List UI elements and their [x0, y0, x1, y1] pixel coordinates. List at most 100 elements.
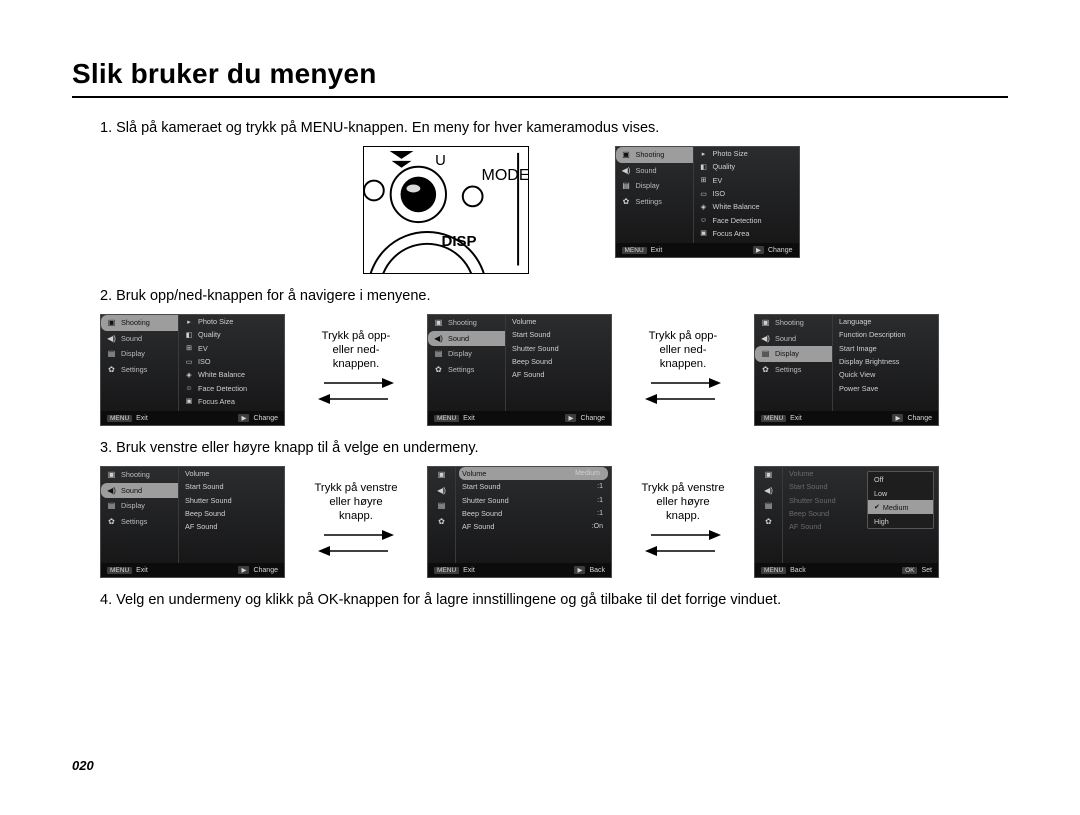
menu-item[interactable]: Shutter Sound [512, 344, 559, 353]
arrow-caption: Trykk på opp- eller ned-knappen. [638, 329, 728, 371]
tab-display[interactable]: ▤Display [755, 346, 832, 362]
menu-item[interactable]: White Balance [713, 202, 760, 211]
arrow-updown-2: Trykk på opp- eller ned-knappen. [638, 329, 728, 411]
double-arrow-icon [643, 371, 723, 411]
menu-item[interactable]: Beep Sound [185, 509, 225, 518]
menu-item[interactable]: White Balance [198, 370, 245, 379]
footer-change: Change [253, 567, 278, 574]
arrow-updown-1: Trykk på opp- eller ned-knappen. [311, 329, 401, 411]
menu-item[interactable]: AF Sound [512, 370, 544, 379]
tab-sound[interactable]: ◀) [755, 483, 782, 499]
tab-label: Shooting [121, 470, 150, 479]
tab-shooting[interactable]: ▣Shooting [101, 467, 178, 483]
menu-item[interactable]: Volume [462, 469, 486, 478]
menu-item[interactable]: Start Sound [512, 330, 551, 339]
mode-label: MODE [482, 167, 529, 185]
menu-item[interactable]: Face Detection [713, 216, 762, 225]
speaker-icon: ◀) [107, 486, 116, 495]
camera-icon: ▣ [434, 318, 443, 327]
tab-shooting[interactable]: ▣Shooting [101, 315, 178, 331]
menu-item[interactable]: Volume [512, 317, 536, 326]
menu-item[interactable]: Photo Size [198, 317, 233, 326]
menu-item[interactable]: Focus Area [713, 229, 750, 238]
step-3: 3. Bruk venstre eller høyre knapp til å … [100, 440, 1008, 456]
tab-label: Display [775, 349, 799, 358]
tab-settings[interactable]: ✿Settings [428, 362, 505, 378]
menu-item[interactable]: AF Sound [462, 522, 494, 531]
tab-settings[interactable]: ✿Settings [616, 194, 693, 210]
menu-screen-shooting: ▣Shooting ◀)Sound ▤Display ✿Settings ▸Ph… [615, 146, 800, 258]
display-icon: ▤ [434, 349, 443, 358]
tab-shooting[interactable]: ▣Shooting [755, 315, 832, 331]
footer-change: Change [768, 247, 793, 254]
tab-label: Display [636, 181, 660, 190]
menu-key-icon: MENU [622, 247, 647, 254]
tab-settings[interactable]: ✿ [428, 514, 455, 530]
tab-display[interactable]: ▤Display [616, 178, 693, 194]
tab-sound[interactable]: ◀)Sound [428, 331, 505, 347]
bullet-icon: ▣ [185, 397, 193, 405]
menu-item[interactable]: Beep Sound [512, 357, 552, 366]
tab-settings[interactable]: ✿Settings [101, 514, 178, 530]
menu-item: Beep Sound [789, 509, 829, 518]
menu-key-icon: MENU [434, 567, 459, 574]
tab-display[interactable]: ▤Display [101, 346, 178, 362]
bullet-icon: ◈ [185, 371, 193, 379]
menu-item[interactable]: Shutter Sound [185, 496, 232, 505]
menu-item[interactable]: Language [839, 317, 871, 326]
menu-item[interactable]: Shutter Sound [462, 496, 509, 505]
tab-label: Settings [121, 365, 147, 374]
tab-display[interactable]: ▤ [428, 498, 455, 514]
tab-display[interactable]: ▤Display [101, 498, 178, 514]
menu-item[interactable]: ISO [713, 189, 726, 198]
tab-label: Shooting [121, 318, 150, 327]
option-low[interactable]: Low [868, 486, 933, 500]
menu-item[interactable]: Display Brightness [839, 357, 899, 366]
menu-item[interactable]: Power Save [839, 384, 878, 393]
tab-shooting[interactable]: ▣Shooting [616, 147, 693, 163]
menu-item[interactable]: Start Sound [462, 482, 501, 491]
tab-settings[interactable]: ✿Settings [101, 362, 178, 378]
footer-change: Change [907, 415, 932, 422]
tab-sound[interactable]: ◀)Sound [101, 331, 178, 347]
footer-set: Set [921, 567, 932, 574]
menu-item[interactable]: Beep Sound [462, 509, 502, 518]
menu-item[interactable]: Quick View [839, 370, 875, 379]
tab-sound[interactable]: ◀) [428, 483, 455, 499]
bullet-icon: ▣ [700, 229, 708, 237]
value: :1 [597, 497, 603, 504]
camera-icon: ▣ [761, 318, 770, 327]
tab-settings[interactable]: ✿ [755, 514, 782, 530]
speaker-icon: ◀) [622, 166, 631, 175]
tab-sound[interactable]: ◀)Sound [755, 331, 832, 347]
menu-item[interactable]: Focus Area [198, 397, 235, 406]
menu-item[interactable]: EV [198, 344, 208, 353]
menu-item[interactable]: Photo Size [713, 149, 748, 158]
option-off[interactable]: Off [868, 472, 933, 486]
value: Medium [575, 470, 600, 477]
menu-item[interactable]: Start Image [839, 344, 877, 353]
menu-item[interactable]: Function Description [839, 330, 906, 339]
tab-sound[interactable]: ◀)Sound [616, 163, 693, 179]
menu-item[interactable]: Face Detection [198, 384, 247, 393]
option-medium[interactable]: ✔Medium [868, 500, 933, 514]
menu-item[interactable]: Volume [185, 469, 209, 478]
menu-item[interactable]: Quality [198, 330, 221, 339]
tab-sound[interactable]: ◀)Sound [101, 483, 178, 499]
value: :On [592, 523, 603, 530]
tab-shooting[interactable]: ▣ [755, 467, 782, 483]
option-high[interactable]: High [868, 514, 933, 528]
menu-item[interactable]: ISO [198, 357, 211, 366]
step-4: 4. Velg en undermeny og klikk på OK-knap… [100, 592, 1008, 608]
bullet-icon: ⊞ [700, 176, 708, 184]
menu-item[interactable]: AF Sound [185, 522, 217, 531]
tab-settings[interactable]: ✿Settings [755, 362, 832, 378]
tab-display[interactable]: ▤ [755, 498, 782, 514]
menu-item[interactable]: Start Sound [185, 482, 224, 491]
menu-item[interactable]: Quality [713, 162, 736, 171]
svg-text:U: U [435, 153, 446, 169]
menu-item[interactable]: EV [713, 176, 723, 185]
tab-display[interactable]: ▤Display [428, 346, 505, 362]
tab-shooting[interactable]: ▣Shooting [428, 315, 505, 331]
tab-shooting[interactable]: ▣ [428, 467, 455, 483]
